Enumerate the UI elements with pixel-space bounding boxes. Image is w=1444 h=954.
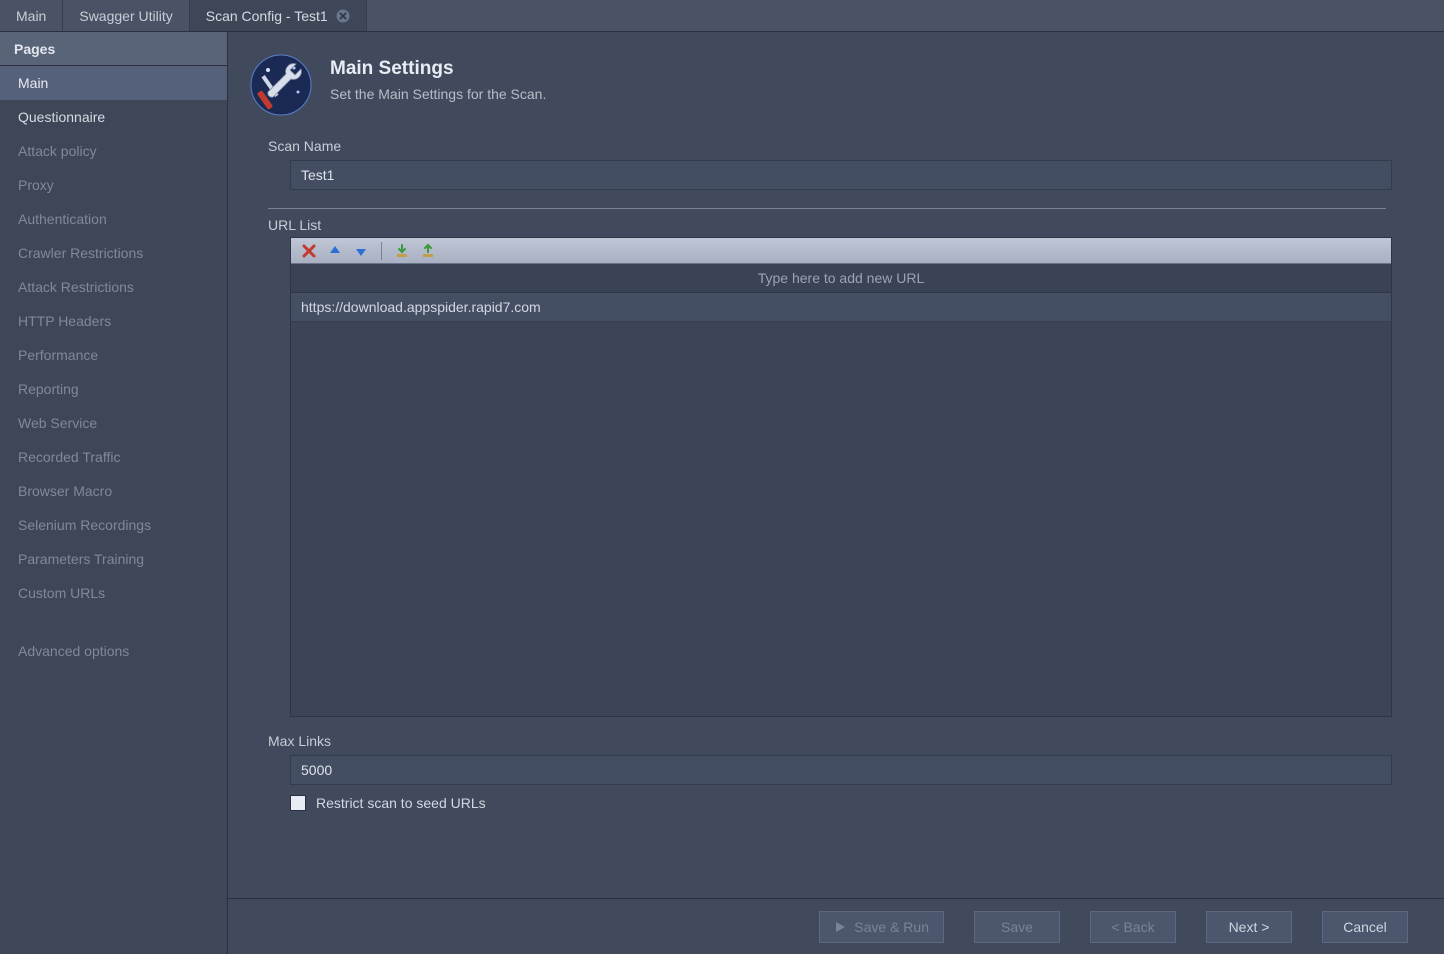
tab-label: Main: [16, 8, 46, 24]
back-button[interactable]: < Back: [1090, 911, 1176, 943]
sidebar-item-label: Browser Macro: [18, 483, 112, 499]
close-icon[interactable]: [336, 9, 350, 23]
max-links-input[interactable]: [290, 755, 1392, 785]
move-up-icon[interactable]: [325, 241, 345, 261]
restrict-seed-label: Restrict scan to seed URLs: [316, 795, 486, 811]
sidebar-item-label: Crawler Restrictions: [18, 245, 143, 261]
sidebar-item-label: Performance: [18, 347, 98, 363]
url-add-input[interactable]: Type here to add new URL: [291, 264, 1391, 293]
sidebar-item-selenium-recordings[interactable]: Selenium Recordings: [0, 508, 227, 542]
export-icon[interactable]: [418, 241, 438, 261]
sidebar-item-crawler-restrictions[interactable]: Crawler Restrictions: [0, 236, 227, 270]
sidebar-item-http-headers[interactable]: HTTP Headers: [0, 304, 227, 338]
button-label: Cancel: [1343, 919, 1387, 935]
button-label: Save: [1001, 919, 1033, 935]
sidebar-item-advanced-options[interactable]: Advanced options: [0, 634, 227, 668]
tab-swagger-utility[interactable]: Swagger Utility: [63, 0, 189, 31]
sidebar-item-label: Main: [18, 75, 48, 91]
wizard-footer: Save & Run Save < Back Next > Cancel: [228, 898, 1444, 954]
restrict-seed-checkbox[interactable]: [290, 795, 306, 811]
sidebar-item-attack-policy[interactable]: Attack policy: [0, 134, 227, 168]
page-subtitle: Set the Main Settings for the Scan.: [330, 86, 546, 102]
url-item-text: https://download.appspider.rapid7.com: [301, 299, 541, 315]
sidebar-item-browser-macro[interactable]: Browser Macro: [0, 474, 227, 508]
sidebar-item-label: Attack Restrictions: [18, 279, 134, 295]
divider: [268, 208, 1386, 209]
sidebar-item-parameters-training[interactable]: Parameters Training: [0, 542, 227, 576]
sidebar-item-performance[interactable]: Performance: [0, 338, 227, 372]
button-label: < Back: [1111, 919, 1154, 935]
button-label: Next >: [1229, 919, 1270, 935]
url-list-label: URL List: [268, 217, 1408, 233]
sidebar-item-label: Parameters Training: [18, 551, 144, 567]
tabstrip: Main Swagger Utility Scan Config - Test1: [0, 0, 1444, 32]
sidebar-item-label: Recorded Traffic: [18, 449, 120, 465]
sidebar-item-reporting[interactable]: Reporting: [0, 372, 227, 406]
sidebar-item-authentication[interactable]: Authentication: [0, 202, 227, 236]
play-icon: [834, 921, 846, 933]
main-panel: Main Settings Set the Main Settings for …: [228, 32, 1444, 954]
tab-main[interactable]: Main: [0, 0, 63, 31]
toolbar-separator: [381, 242, 382, 260]
settings-tools-icon: [246, 50, 316, 120]
scan-name-label: Scan Name: [268, 138, 1408, 154]
sidebar-item-main[interactable]: Main: [0, 66, 227, 100]
tab-scan-config[interactable]: Scan Config - Test1: [190, 0, 367, 31]
cancel-button[interactable]: Cancel: [1322, 911, 1408, 943]
sidebar-item-label: Attack policy: [18, 143, 97, 159]
url-list-empty-area: [291, 322, 1391, 716]
save-button[interactable]: Save: [974, 911, 1060, 943]
scan-name-input[interactable]: [290, 160, 1392, 190]
url-add-placeholder: Type here to add new URL: [758, 270, 925, 286]
sidebar-item-web-service[interactable]: Web Service: [0, 406, 227, 440]
sidebar-item-custom-urls[interactable]: Custom URLs: [0, 576, 227, 610]
sidebar-item-label: Web Service: [18, 415, 97, 431]
tab-label: Scan Config - Test1: [206, 8, 328, 24]
delete-icon[interactable]: [299, 241, 319, 261]
sidebar-item-label: HTTP Headers: [18, 313, 111, 329]
sidebar-item-recorded-traffic[interactable]: Recorded Traffic: [0, 440, 227, 474]
url-list-item[interactable]: https://download.appspider.rapid7.com: [291, 293, 1391, 322]
sidebar-header-label: Pages: [14, 41, 55, 57]
max-links-label: Max Links: [268, 733, 1408, 749]
sidebar-header: Pages: [0, 32, 227, 66]
sidebar-item-attack-restrictions[interactable]: Attack Restrictions: [0, 270, 227, 304]
sidebar-item-label: Authentication: [18, 211, 107, 227]
sidebar-item-label: Advanced options: [18, 643, 129, 659]
sidebar-item-label: Reporting: [18, 381, 79, 397]
url-toolbar: [291, 238, 1391, 264]
sidebar-item-label: Questionnaire: [18, 109, 105, 125]
move-down-icon[interactable]: [351, 241, 371, 261]
sidebar-item-questionnaire[interactable]: Questionnaire: [0, 100, 227, 134]
button-label: Save & Run: [854, 919, 929, 935]
next-button[interactable]: Next >: [1206, 911, 1292, 943]
tab-label: Swagger Utility: [79, 8, 172, 24]
sidebar-item-proxy[interactable]: Proxy: [0, 168, 227, 202]
sidebar-item-label: Selenium Recordings: [18, 517, 151, 533]
page-title: Main Settings: [330, 58, 546, 80]
sidebar-item-label: Custom URLs: [18, 585, 105, 601]
url-list-box: Type here to add new URL https://downloa…: [290, 237, 1392, 717]
save-and-run-button[interactable]: Save & Run: [819, 911, 944, 943]
sidebar-item-label: Proxy: [18, 177, 54, 193]
import-icon[interactable]: [392, 241, 412, 261]
sidebar: Pages Main Questionnaire Attack policy P…: [0, 32, 228, 954]
